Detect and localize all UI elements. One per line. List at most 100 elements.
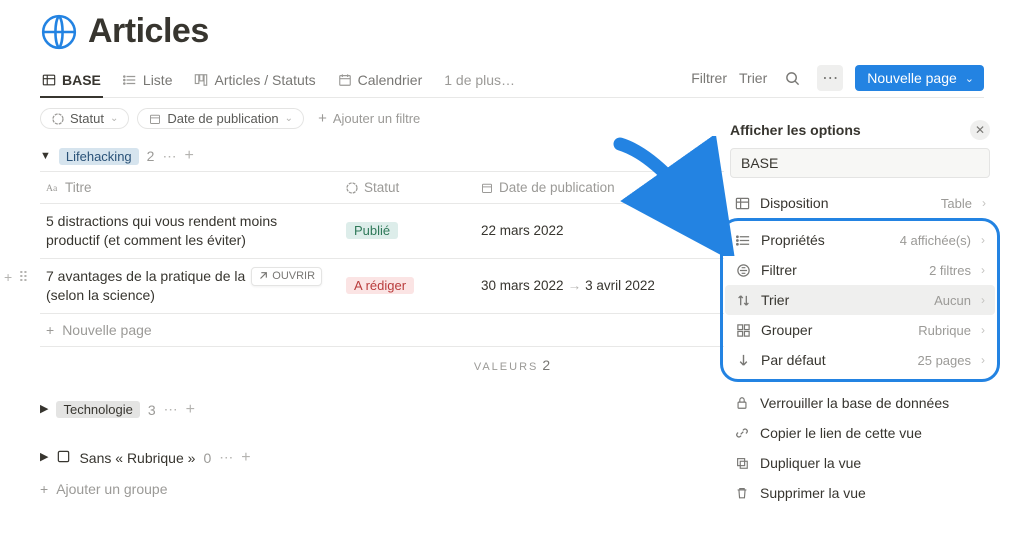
chevron-down-icon: ⌄ [110, 113, 118, 124]
sort-button[interactable]: Trier [739, 70, 767, 86]
lock-icon [734, 395, 750, 411]
tab-label: Calendrier [358, 72, 423, 88]
plus-icon[interactable]: + [4, 269, 12, 286]
chevron-down-icon: ⌄ [285, 113, 293, 124]
highlighted-options-box: Propriétés 4 affichée(s) › Filtrer 2 fil… [720, 218, 1000, 382]
calendar-icon [148, 112, 161, 125]
open-button[interactable]: OUVRIR [251, 267, 322, 286]
panel-row-sort[interactable]: Trier Aucun › [725, 285, 995, 315]
tab-more-label: 1 de plus… [444, 72, 515, 88]
tab-articles-statuts[interactable]: Articles / Statuts [192, 66, 317, 96]
status-badge: Publié [346, 222, 398, 239]
toggle-group-icon[interactable]: ▶ [40, 452, 48, 463]
panel-row-layout[interactable]: Disposition Table › [724, 188, 996, 218]
list-icon [735, 232, 751, 248]
group-count: 0 [203, 450, 211, 466]
empty-icon [56, 449, 71, 467]
new-page-button[interactable]: Nouvelle page ⌄ [855, 65, 984, 91]
search-icon[interactable] [779, 65, 805, 91]
cell-date[interactable]: 30 mars 2022 → 3 avril 2022 [475, 259, 705, 313]
view-name-input[interactable]: BASE [730, 148, 990, 178]
group-add-button[interactable]: + [184, 147, 193, 165]
add-filter-label: Ajouter un filtre [333, 111, 420, 126]
svg-text:Aa: Aa [46, 183, 58, 194]
arrow-right-icon: → [568, 278, 582, 293]
toggle-group-icon[interactable]: ▼ [40, 151, 51, 162]
group-menu-button[interactable]: ⋯ [164, 401, 178, 418]
cell-title[interactable]: 7 avantages de la pratique de la OUVRIR … [40, 259, 340, 313]
chevron-right-icon: › [981, 323, 985, 337]
chip-label: Date de publication [167, 111, 278, 126]
drag-handle-icon[interactable]: ⠿ [18, 269, 28, 286]
status-badge: A rédiger [346, 277, 414, 294]
filter-chip-date[interactable]: Date de publication ⌄ [137, 108, 304, 129]
filter-icon [735, 262, 751, 278]
col-header-title[interactable]: AaTitre [40, 172, 340, 203]
panel-row-filter[interactable]: Filtrer 2 filtres › [725, 255, 995, 285]
view-options-button[interactable]: ⋯ [817, 65, 843, 91]
new-page-label: Nouvelle page [867, 70, 957, 86]
panel-row-copy-link[interactable]: Copier le lien de cette vue [724, 418, 996, 448]
panel-row-duplicate[interactable]: Dupliquer la vue [724, 448, 996, 478]
panel-row-group[interactable]: Grouper Rubrique › [725, 315, 995, 345]
row-hover-controls: + ⠿ [4, 269, 28, 286]
tab-label: Articles / Statuts [214, 72, 315, 88]
col-header-status[interactable]: Statut [340, 172, 475, 203]
tab-base[interactable]: BASE [40, 66, 103, 98]
add-filter-button[interactable]: + Ajouter un filtre [318, 110, 420, 127]
chip-label: Statut [70, 111, 104, 126]
tab-calendrier[interactable]: Calendrier [336, 66, 425, 96]
table-icon [734, 195, 750, 211]
group-label[interactable]: Sans « Rubrique » [79, 450, 195, 466]
cell-title[interactable]: 5 distractions qui vous rendent moins pr… [40, 204, 340, 258]
plus-icon: + [318, 110, 327, 127]
group-menu-button[interactable]: ⋯ [162, 148, 176, 165]
filter-button[interactable]: Filtrer [691, 70, 727, 86]
close-icon[interactable]: ✕ [970, 120, 990, 140]
filter-chip-status[interactable]: Statut ⌄ [40, 108, 129, 129]
duplicate-icon [734, 455, 750, 471]
view-tabs: BASE Liste Articles / Statuts Calendrier… [40, 65, 984, 98]
panel-title: Afficher les options [730, 122, 861, 138]
sort-icon [735, 292, 751, 308]
col-header-date[interactable]: Date de publication [475, 172, 705, 203]
add-group-label: Ajouter un groupe [56, 481, 167, 497]
board-icon [194, 73, 208, 87]
tab-more[interactable]: 1 de plus… [442, 66, 517, 96]
group-tag[interactable]: Lifehacking [59, 148, 139, 165]
status-icon [51, 112, 64, 125]
globe-icon [40, 13, 78, 51]
chevron-down-icon: ⌄ [965, 72, 974, 85]
page-header: Articles [40, 12, 984, 51]
page-title[interactable]: Articles [88, 12, 209, 51]
cell-date[interactable]: 22 mars 2022 [475, 204, 705, 258]
chevron-right-icon: › [981, 353, 985, 367]
tab-liste[interactable]: Liste [121, 66, 175, 96]
group-menu-button[interactable]: ⋯ [219, 449, 233, 466]
group-tag[interactable]: Technologie [56, 401, 139, 418]
panel-row-properties[interactable]: Propriétés 4 affichée(s) › [725, 225, 995, 255]
chevron-right-icon: › [981, 263, 985, 277]
group-add-button[interactable]: + [186, 401, 195, 419]
trash-icon [734, 485, 750, 501]
cell-status[interactable]: Publié [340, 204, 475, 258]
list-icon [123, 73, 137, 87]
plus-icon: + [46, 322, 54, 338]
arrow-down-icon [735, 352, 751, 368]
plus-icon: + [40, 481, 48, 497]
group-add-button[interactable]: + [241, 449, 250, 467]
group-icon [735, 322, 751, 338]
tab-label: BASE [62, 72, 101, 88]
chevron-right-icon: › [981, 293, 985, 307]
group-count: 2 [147, 148, 155, 164]
calendar-icon [338, 73, 352, 87]
panel-row-lock[interactable]: Verrouiller la base de données [724, 388, 996, 418]
panel-row-load[interactable]: Par défaut 25 pages › [725, 345, 995, 375]
panel-row-delete[interactable]: Supprimer la vue [724, 478, 996, 508]
add-row-label: Nouvelle page [62, 322, 152, 338]
link-icon [734, 425, 750, 441]
chevron-right-icon: › [981, 233, 985, 247]
cell-status[interactable]: A rédiger [340, 259, 475, 313]
toggle-group-icon[interactable]: ▶ [40, 404, 48, 415]
group-count: 3 [148, 402, 156, 418]
